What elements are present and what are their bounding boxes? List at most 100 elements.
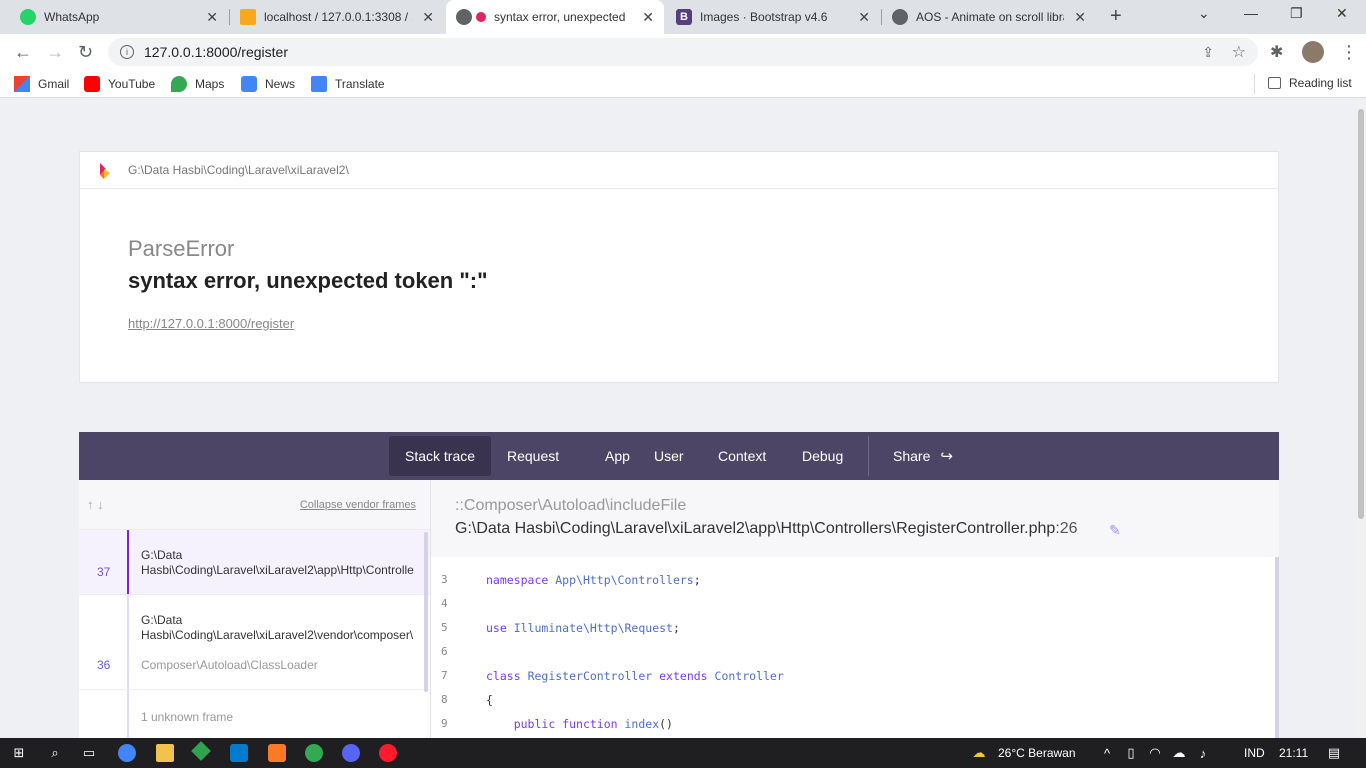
request-url-link[interactable]: http://127.0.0.1:8000/register: [128, 316, 294, 331]
restore-button[interactable]: ❐: [1290, 5, 1303, 22]
chrome-alt-icon[interactable]: [305, 744, 323, 762]
frame-class: Composer\Autoload\ClassLoader: [141, 658, 318, 672]
code-line: 8 {: [431, 693, 1279, 717]
code-line: 3 namespace App\Http\Controllers;: [431, 573, 1279, 597]
unknown-frames[interactable]: 1 unknown frame: [79, 690, 430, 738]
file-explorer-icon[interactable]: [156, 744, 174, 762]
xampp-icon[interactable]: [268, 744, 286, 762]
tab-search-icon[interactable]: ⌄: [1198, 5, 1210, 22]
frame-number: 36: [97, 658, 111, 672]
collapse-vendor-frames-button[interactable]: Collapse vendor frames: [300, 499, 416, 511]
tab-user[interactable]: User: [638, 436, 700, 476]
code-viewer: ::Composer\Autoload\includeFile G:\Data …: [431, 480, 1279, 738]
browser-tab-strip: WhatsApp ✕ localhost / 127.0.0.1:3308 / …: [0, 0, 1366, 34]
bookmark-news[interactable]: News: [241, 76, 295, 92]
stack-trace-panel: ↑ ↓ Collapse vendor frames 37 G:\Data Ha…: [79, 480, 1279, 738]
tab-debug[interactable]: Debug: [786, 436, 859, 476]
info-icon[interactable]: i: [120, 45, 134, 59]
edit-pencil-icon[interactable]: ✎: [1109, 522, 1121, 539]
tab-context[interactable]: Context: [702, 436, 782, 476]
close-icon[interactable]: ✕: [422, 9, 434, 26]
tab-bootstrap[interactable]: B Images · Bootstrap v4.6 ✕: [666, 0, 880, 34]
file-line: :26: [1055, 520, 1078, 537]
tab-share[interactable]: Share ↪: [877, 436, 969, 476]
whatsapp-icon: [20, 9, 36, 25]
volume-icon[interactable]: ♪: [1194, 744, 1212, 762]
close-icon[interactable]: ✕: [642, 9, 654, 26]
tab-syntax-error[interactable]: syntax error, unexpected ✕: [446, 0, 664, 34]
card-header: G:\Data Hasbi\Coding\Laravel\xiLaravel2\: [80, 152, 1278, 189]
weather-text[interactable]: 26°C Berawan: [998, 746, 1076, 760]
back-button[interactable]: ←: [14, 42, 32, 63]
tab-request[interactable]: Request: [491, 436, 575, 476]
wifi-icon[interactable]: ◠: [1146, 744, 1164, 762]
minimize-button[interactable]: —: [1244, 5, 1258, 21]
code-line: 4: [431, 597, 1279, 621]
tab-stack-trace[interactable]: Stack trace: [389, 436, 492, 476]
frame-path-line: G:\Data: [141, 548, 183, 562]
weather-icon[interactable]: ☁: [970, 744, 988, 762]
notifications-icon[interactable]: ▤: [1325, 744, 1343, 762]
vscode-icon[interactable]: [230, 744, 248, 762]
tab-aos[interactable]: AOS - Animate on scroll libra ✕: [882, 0, 1096, 34]
bookmark-youtube[interactable]: YouTube: [84, 76, 155, 92]
chrome-taskbar-icon[interactable]: [118, 744, 136, 762]
bookmark-translate[interactable]: Translate: [311, 76, 385, 92]
battery-icon[interactable]: ▯: [1122, 744, 1140, 762]
frame-path: G:\Data Hasbi\Coding\Laravel\xiLaravel2\…: [141, 548, 427, 578]
new-tab-button[interactable]: +: [1110, 5, 1122, 28]
tab-phpmyadmin[interactable]: localhost / 127.0.0.1:3308 / xi ✕: [230, 0, 444, 34]
arrow-up-down-icon[interactable]: ↑ ↓: [87, 497, 104, 512]
page-scrollbar[interactable]: [1356, 99, 1366, 738]
code-text: public function index(): [513, 717, 673, 731]
page-scrollbar-thumb[interactable]: [1358, 109, 1364, 519]
discord-icon[interactable]: [342, 744, 360, 762]
windows-taskbar: ⊞ ⌕ ▭ ☁ 26°C Berawan ^ ▯ ◠ ☁ ♪ IND 21:11…: [0, 738, 1366, 768]
chevron-up-icon[interactable]: ^: [1098, 744, 1116, 762]
frame-indicator: [127, 595, 129, 689]
code-scrollbar[interactable]: [1275, 557, 1279, 738]
url-text: 127.0.0.1:8000/register: [144, 44, 288, 60]
windows-start-icon[interactable]: ⊞: [10, 744, 28, 762]
close-icon[interactable]: ✕: [206, 9, 218, 26]
url-input[interactable]: i 127.0.0.1:8000/register ⇪ ☆: [108, 38, 1258, 66]
search-icon[interactable]: ⌕: [46, 744, 64, 762]
tab-whatsapp[interactable]: WhatsApp ✕: [10, 0, 228, 34]
code-line: 7 class RegisterController extends Contr…: [431, 669, 1279, 693]
bookmark-gmail[interactable]: Gmail: [14, 76, 69, 92]
avatar[interactable]: [1302, 41, 1324, 63]
bookmark-star-icon[interactable]: ☆: [1232, 42, 1246, 62]
reading-list-button[interactable]: Reading list: [1268, 76, 1352, 90]
bookmark-maps[interactable]: Maps: [171, 76, 224, 92]
page-content: G:\Data Hasbi\Coding\Laravel\xiLaravel2\…: [0, 99, 1356, 738]
network-icon[interactable]: ☁: [1170, 744, 1188, 762]
frame-indicator: [127, 530, 129, 594]
close-icon[interactable]: ✕: [1074, 9, 1086, 26]
extensions-icon[interactable]: ✱: [1270, 42, 1283, 62]
line-number: 5: [441, 621, 448, 634]
forward-button[interactable]: →: [46, 42, 64, 63]
maps-icon: [171, 76, 187, 92]
code-snippet: 3 namespace App\Http\Controllers; 4 5 us…: [431, 557, 1279, 738]
language-indicator[interactable]: IND: [1244, 746, 1265, 760]
opera-icon[interactable]: [379, 744, 397, 762]
menu-icon[interactable]: ⋮: [1340, 42, 1358, 63]
frames-header: ↑ ↓ Collapse vendor frames: [79, 480, 430, 530]
task-view-icon[interactable]: ▭: [80, 744, 98, 762]
share-icon[interactable]: ⇪: [1202, 44, 1214, 61]
bookmark-divider: [1254, 74, 1255, 94]
reload-button[interactable]: ↻: [78, 42, 93, 63]
code-text: namespace App\Http\Controllers;: [486, 573, 701, 587]
close-icon[interactable]: ✕: [858, 9, 870, 26]
code-line: 5 use Illuminate\Http\Request;: [431, 621, 1279, 645]
code-text: class RegisterController extends Control…: [486, 669, 784, 683]
clock[interactable]: 21:11: [1279, 746, 1308, 760]
stack-frame[interactable]: 36 G:\Data Hasbi\Coding\Laravel\xiLarave…: [79, 595, 430, 690]
sourcetree-icon[interactable]: [191, 741, 211, 761]
phpmyadmin-icon: [240, 9, 256, 25]
frames-scrollbar[interactable]: [424, 532, 428, 692]
stack-frame[interactable]: 37 G:\Data Hasbi\Coding\Laravel\xiLarave…: [79, 530, 430, 595]
line-number: 7: [441, 669, 448, 682]
bookmark-label: Translate: [335, 77, 385, 91]
close-window-button[interactable]: ✕: [1336, 5, 1348, 22]
